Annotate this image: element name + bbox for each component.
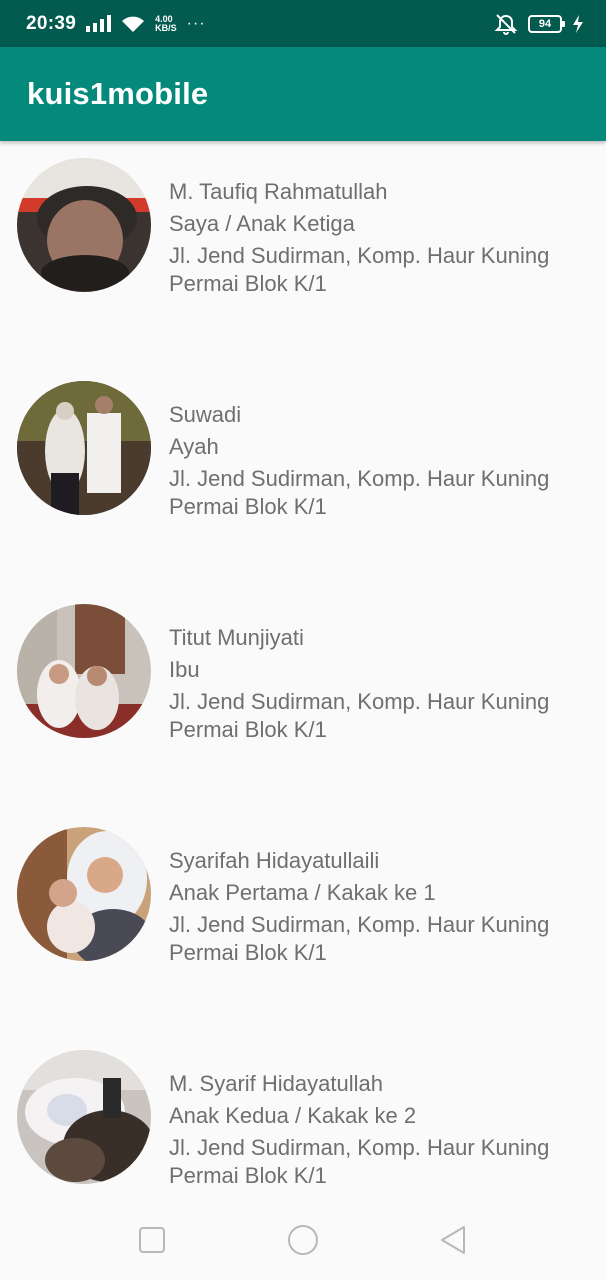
navigation-bar (0, 1200, 606, 1280)
net-speed: 4.00 KB/S (155, 14, 177, 33)
battery-icon: 94 (528, 14, 565, 33)
battery-level: 94 (538, 17, 552, 30)
member-address: Jl. Jend Sudirman, Komp. Haur Kuning Per… (169, 912, 550, 965)
member-name: M. Syarif Hidayatullah (169, 1071, 383, 1096)
charging-bolt-icon (573, 14, 583, 33)
item-text: M. Syarif Hidayatullah Anak Kedua / Kaka… (169, 1070, 589, 1190)
list-item[interactable]: Syarifah Hidayatullaili Anak Pertama / K… (0, 810, 606, 1033)
status-right: 94 (494, 13, 584, 35)
item-text: Suwadi Ayah Jl. Jend Sudirman, Komp. Hau… (169, 401, 589, 521)
more-notifications-icon: ··· (186, 14, 206, 32)
avatar (17, 604, 151, 738)
status-time: 20:39 (26, 12, 77, 34)
recent-apps-icon[interactable] (134, 1222, 170, 1258)
member-address: Jl. Jend Sudirman, Komp. Haur Kuning Per… (169, 466, 550, 519)
net-speed-unit: KB/S (155, 22, 177, 33)
member-role: Anak Kedua / Kakak ke 2 (169, 1103, 417, 1128)
app-title: kuis1mobile (27, 76, 209, 111)
member-role: Ayah (169, 434, 219, 459)
member-address: Jl. Jend Sudirman, Komp. Haur Kuning Per… (169, 1135, 550, 1188)
list-item[interactable]: M. Taufiq Rahmatullah Saya / Anak Ketiga… (0, 141, 606, 364)
item-text: Syarifah Hidayatullaili Anak Pertama / K… (169, 847, 589, 967)
member-name: Suwadi (169, 402, 242, 427)
member-role: Ibu (169, 657, 200, 682)
back-icon[interactable] (436, 1222, 472, 1258)
item-text: M. Taufiq Rahmatullah Saya / Anak Ketiga… (169, 178, 589, 298)
status-left: 20:39 4.00 KB/S ··· (26, 13, 494, 35)
member-name: M. Taufiq Rahmatullah (169, 179, 388, 204)
avatar (17, 381, 151, 515)
member-role: Saya / Anak Ketiga (169, 211, 355, 236)
family-list[interactable]: M. Taufiq Rahmatullah Saya / Anak Ketiga… (0, 141, 606, 1256)
home-icon[interactable] (285, 1222, 321, 1258)
member-name: Syarifah Hidayatullaili (169, 848, 380, 873)
member-address: Jl. Jend Sudirman, Komp. Haur Kuning Per… (169, 689, 550, 742)
app-bar: kuis1mobile (0, 47, 606, 141)
avatar (17, 158, 151, 292)
item-text: Titut Munjiyati Ibu Jl. Jend Sudirman, K… (169, 624, 589, 744)
list-item[interactable]: Titut Munjiyati Ibu Jl. Jend Sudirman, K… (0, 587, 606, 810)
member-name: Titut Munjiyati (169, 625, 304, 650)
list-item[interactable]: Suwadi Ayah Jl. Jend Sudirman, Komp. Hau… (0, 364, 606, 587)
status-bar: 20:39 4.00 KB/S ··· 94 (0, 0, 606, 47)
avatar (17, 827, 151, 961)
mute-icon (494, 13, 518, 35)
avatar (17, 1050, 151, 1184)
member-address: Jl. Jend Sudirman, Komp. Haur Kuning Per… (169, 243, 550, 296)
member-role: Anak Pertama / Kakak ke 1 (169, 880, 436, 905)
signal-icon (86, 15, 112, 32)
wifi-icon (122, 16, 145, 32)
